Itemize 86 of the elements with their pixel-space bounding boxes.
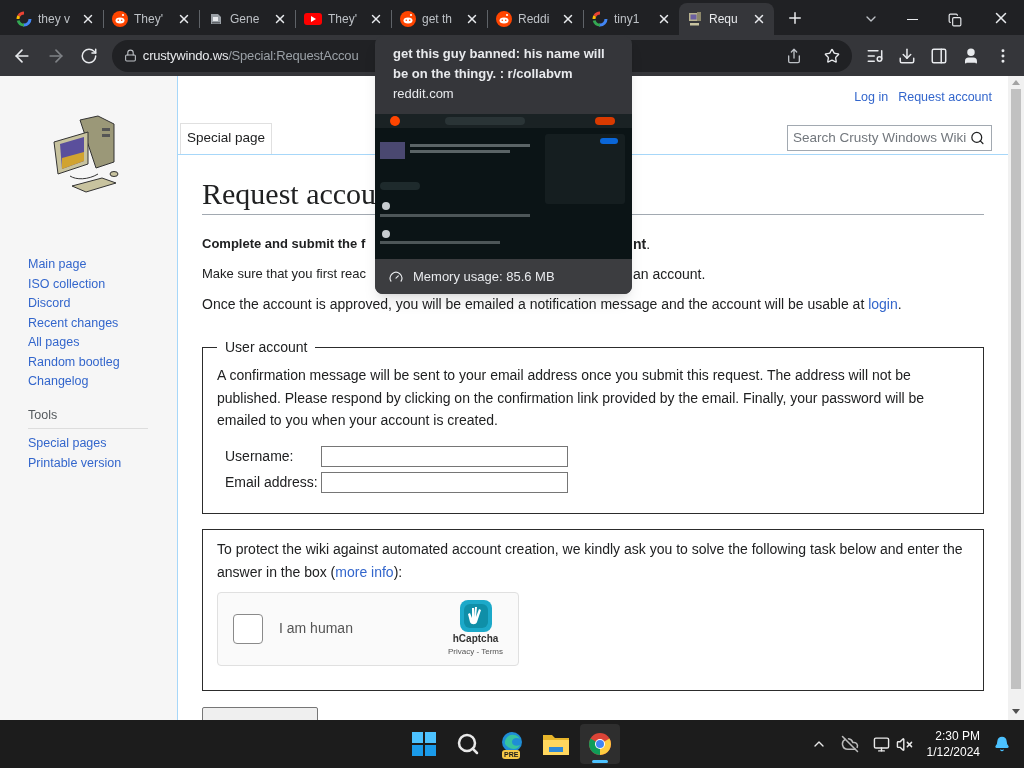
nav-link[interactable]: All pages xyxy=(28,334,177,351)
download-icon[interactable] xyxy=(898,46,917,65)
intro-text: Complete and submit the f xyxy=(202,235,366,253)
google-icon xyxy=(592,11,608,27)
browser-tab[interactable]: Gene xyxy=(200,3,295,35)
nav-link[interactable]: Changelog xyxy=(28,373,177,390)
minimize-icon xyxy=(907,18,918,20)
search-field[interactable]: Search Crusty Windows Wiki xyxy=(787,125,992,151)
fieldset-legend: User account xyxy=(217,337,316,358)
cloud-off-icon[interactable] xyxy=(840,735,859,753)
search-icon xyxy=(456,732,480,756)
memory-usage: Memory usage: 85.6 MB xyxy=(413,267,555,286)
tools-heading: Tools xyxy=(28,405,148,430)
intro-text: Make sure that you first reac xyxy=(202,265,366,283)
gauge-icon xyxy=(389,269,403,284)
google-icon xyxy=(16,11,32,27)
browser-tab[interactable]: Requ xyxy=(679,3,774,35)
account-link[interactable]: Log in xyxy=(854,88,889,107)
star-icon[interactable] xyxy=(824,47,841,64)
more-info-link[interactable]: more info xyxy=(335,563,394,580)
browser-tab[interactable]: They' xyxy=(104,3,199,35)
captcha-label: I am human xyxy=(279,619,353,638)
close-icon[interactable] xyxy=(465,12,479,26)
close-icon[interactable] xyxy=(369,12,383,26)
url-text: crustywindo.ws/Special:RequestAccou xyxy=(142,46,359,65)
lock-icon xyxy=(123,49,137,62)
page-tab[interactable]: Special page xyxy=(180,122,273,154)
reddit-icon xyxy=(400,11,416,27)
browser-tab[interactable]: tiny1 xyxy=(584,3,679,35)
input-field[interactable] xyxy=(321,471,568,493)
muted-speaker-icon[interactable] xyxy=(895,735,913,753)
close-icon[interactable] xyxy=(81,12,95,26)
nav-link[interactable]: Random bootleg xyxy=(28,353,177,370)
browser-tab[interactable]: Reddi xyxy=(488,3,583,35)
nav-link[interactable]: Printable version xyxy=(28,454,177,472)
field-label: Email address: xyxy=(225,472,319,492)
profile-icon[interactable] xyxy=(962,46,980,65)
hand-logo-icon xyxy=(459,600,492,632)
bell-icon[interactable] xyxy=(994,736,1010,752)
close-icon[interactable] xyxy=(273,12,287,26)
nav-link[interactable]: ISO collection xyxy=(28,275,177,292)
taskbar-app[interactable] xyxy=(580,724,620,764)
folder-icon xyxy=(543,733,569,755)
close-icon[interactable] xyxy=(561,12,575,26)
reddit-icon xyxy=(496,11,512,27)
close-icon[interactable] xyxy=(657,12,671,26)
chrome-icon xyxy=(588,732,612,756)
captcha-brand: hCaptcha xyxy=(452,632,499,646)
browser-tab[interactable]: they v xyxy=(8,3,103,35)
nav-link[interactable]: Main page xyxy=(28,256,177,273)
captcha-links[interactable]: Privacy - Terms xyxy=(448,646,503,657)
hover-card-domain: reddit.com xyxy=(392,85,455,103)
side-panel-icon[interactable] xyxy=(930,46,949,65)
captcha-checkbox[interactable] xyxy=(233,613,263,644)
scrollbar[interactable] xyxy=(1008,76,1024,720)
clock[interactable]: 2:30 PM 1/12/2024 xyxy=(926,728,980,760)
account-link[interactable]: Request account xyxy=(898,88,992,107)
reddit-icon xyxy=(112,11,128,27)
intro-text: nt. xyxy=(633,235,651,254)
nav-link[interactable]: Recent changes xyxy=(28,314,177,331)
windows-start-icon xyxy=(412,732,436,756)
input-field[interactable] xyxy=(321,445,568,467)
plus-icon xyxy=(786,9,804,27)
youtube-icon xyxy=(304,12,322,26)
reload-icon[interactable] xyxy=(79,46,98,65)
machine-icon xyxy=(208,11,224,27)
field-label: Username: xyxy=(225,446,295,466)
share-icon[interactable] xyxy=(786,47,803,64)
restore-icon xyxy=(948,13,962,27)
confirmation-text: A confirmation message will be sent to your email address once you submit this request. The address will not be published. Please respond by clicking on the confirmation link provided by the email. Finally, your password will be emailed to you when your account is created. xyxy=(217,366,926,430)
login-link[interactable]: login xyxy=(868,296,898,312)
captcha-text: To protect the wiki against automated account creation, we kindly ask you to solve the following task below and enter the answer in the box (more info): xyxy=(217,539,964,582)
computer-icon xyxy=(687,11,703,27)
minimize-button[interactable] xyxy=(907,18,918,20)
approval-text: Once the account is approved, you will be emailed a notification message and the account will be usable at login. xyxy=(202,295,903,314)
intro-text: an account. xyxy=(633,265,706,284)
nav-link[interactable]: Special pages xyxy=(28,435,177,452)
close-icon[interactable] xyxy=(177,12,191,26)
close-icon[interactable] xyxy=(752,12,766,26)
search-icon[interactable] xyxy=(970,130,985,146)
monitor-icon[interactable] xyxy=(872,735,890,753)
restore-button[interactable] xyxy=(948,13,962,27)
browser-tab[interactable]: get th xyxy=(392,3,487,35)
browser-tab[interactable]: They' xyxy=(296,3,391,35)
nav-link[interactable]: Discord xyxy=(28,295,177,312)
submit-button[interactable] xyxy=(202,706,318,720)
